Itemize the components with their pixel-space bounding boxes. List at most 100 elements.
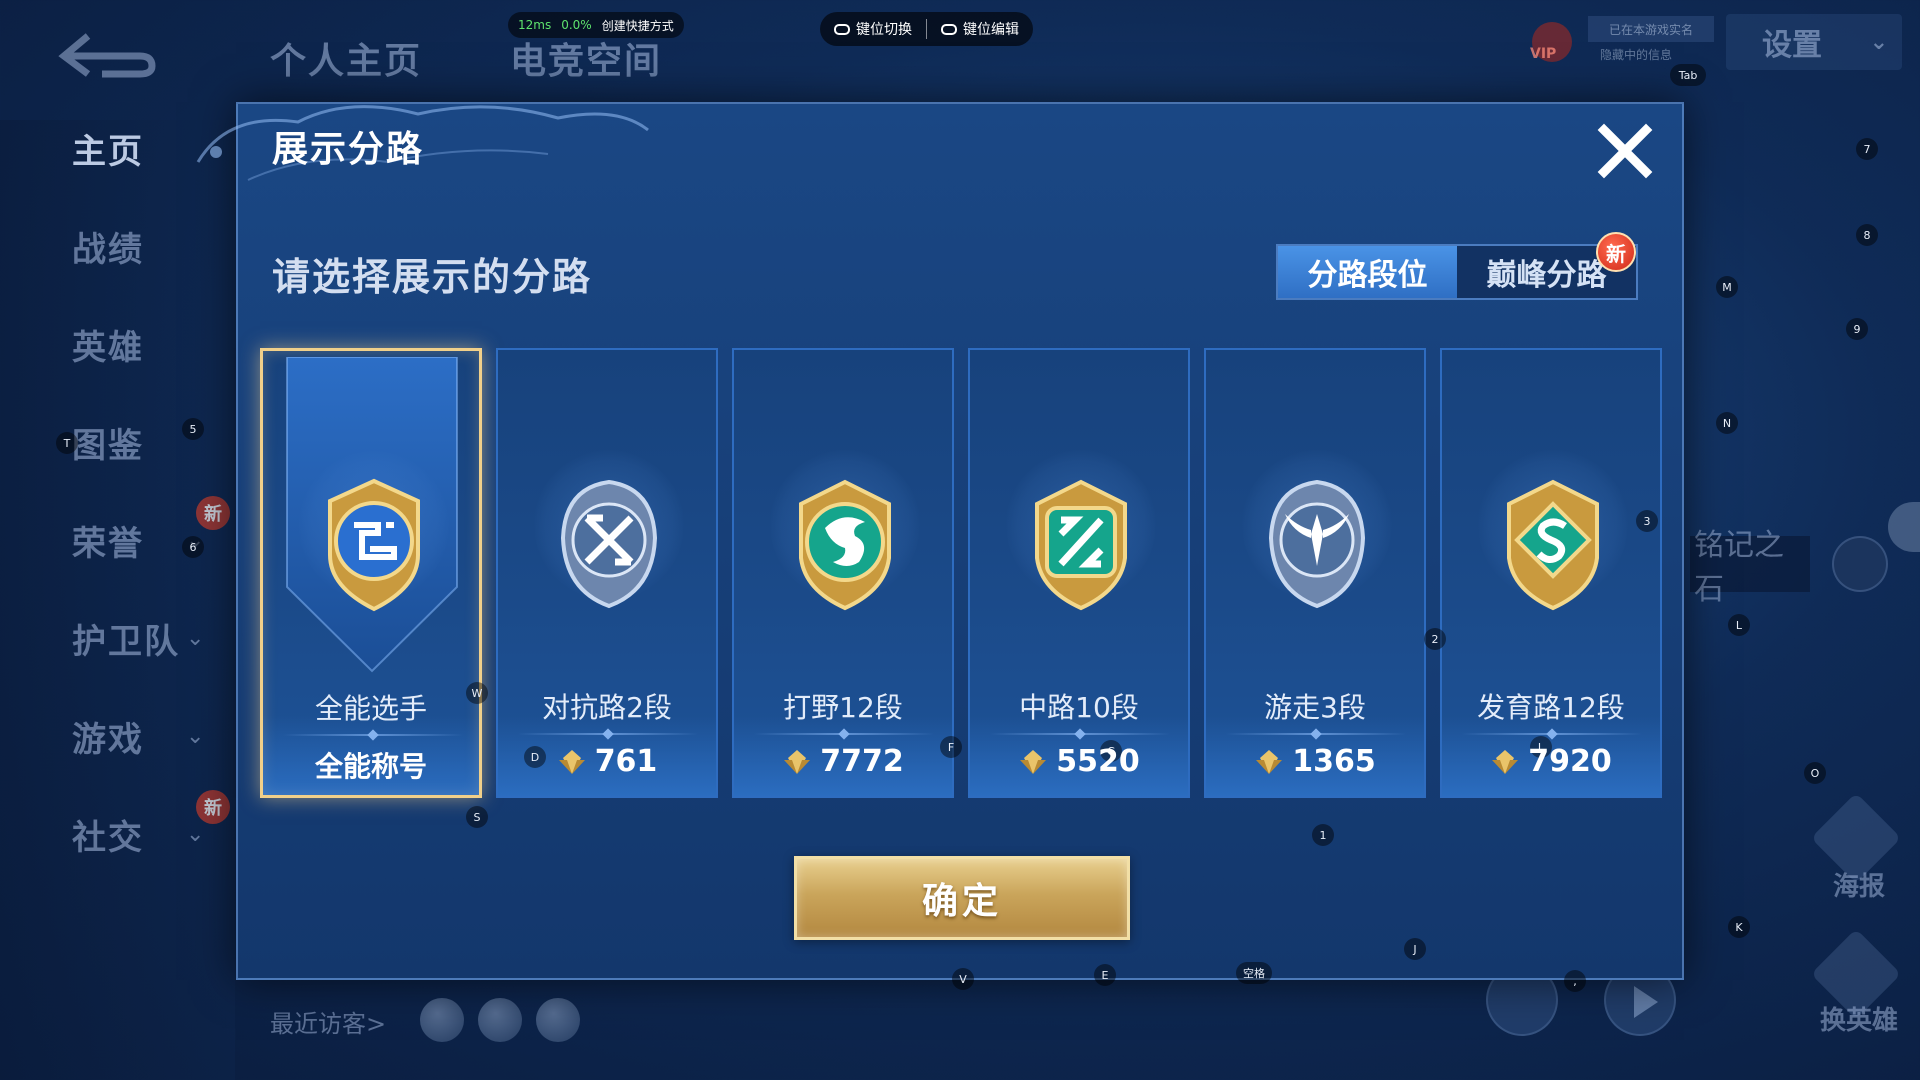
card-score-row: 5520 (970, 744, 1188, 779)
key-hint-badge: 1 (1312, 824, 1334, 846)
show-lane-dialog: 展示分路 请选择展示的分路 分路段位 巅峰分路 新 全能选手 全能称号 对抗路2… (196, 102, 1684, 980)
vip-label: VIP (1530, 46, 1557, 62)
sidebar-item-label: 荣誉 (72, 523, 144, 564)
new-badge: 新 (196, 496, 230, 530)
card-lane-name: 打野12段 (783, 691, 903, 724)
side-round-button[interactable] (1832, 536, 1888, 592)
sidebar-item[interactable]: 战绩 (0, 216, 235, 276)
key-hint-badge: L (1728, 614, 1750, 636)
key-hint-badge: 5 (182, 418, 204, 440)
lane-card-mid[interactable]: 中路10段 5520 (968, 348, 1190, 798)
chevron-down-icon: ⌄ (1869, 29, 1888, 55)
card-lane-name: 中路10段 (1019, 691, 1139, 724)
card-lane-name: 游走3段 (1264, 691, 1366, 724)
card-score: 761 (594, 744, 658, 779)
gamepad-icon (941, 23, 957, 35)
network-status-bar: 12ms 0.0% 创建快捷方式 (508, 12, 684, 38)
settings-button[interactable]: 设置 ⌄ (1726, 14, 1902, 70)
key-hint-badge: O (1804, 762, 1826, 784)
ping-readout: 12ms (518, 18, 552, 32)
close-icon[interactable] (1592, 118, 1658, 184)
card-lane-name: 发育路12段 (1477, 691, 1625, 724)
gamepad-icon (834, 23, 850, 35)
avatar[interactable] (478, 998, 522, 1042)
key-hint-badge: T (56, 432, 78, 454)
sidebar-item[interactable]: 护卫队 ⌄ (0, 608, 235, 668)
chevron-down-icon: ⌄ (186, 723, 205, 749)
sidebar-item-label: 护卫队 (72, 621, 180, 662)
avatar[interactable] (536, 998, 580, 1042)
card-divider (518, 733, 698, 735)
sidebar-item[interactable]: 英雄 (0, 314, 235, 374)
tab-esports-space[interactable]: 电竞空间 (510, 32, 662, 84)
sidebar-item-label: 图鉴 (72, 425, 144, 466)
key-hint-badge: M (1716, 276, 1738, 298)
card-lane-name: 全能选手 (314, 692, 427, 725)
key-hint-badge: 空格 (1236, 962, 1272, 984)
key-hint-badge: K (1728, 916, 1750, 938)
lane-card-list: 全能选手 全能称号 对抗路2段 761 打野12段 7772 中路10段 552… (260, 348, 1664, 798)
key-hint-badge: N (1716, 412, 1738, 434)
sidebar-item-label: 社交 (72, 817, 144, 858)
key-hint-badge: V (952, 968, 974, 990)
key-switch-label: 键位切换 (856, 22, 912, 38)
tab-profile-home[interactable]: 个人主页 (270, 32, 422, 84)
key-hint-badge: 3 (1636, 510, 1658, 532)
rank-score-icon (1492, 749, 1519, 774)
key-hint-badge: 9 (1846, 318, 1868, 340)
card-score-row: 7772 (734, 744, 952, 779)
sidebar-item-label: 英雄 (72, 327, 144, 368)
chevron-down-icon: ⌄ (186, 625, 205, 651)
card-divider (754, 733, 934, 735)
key-hint-badge: S (466, 806, 488, 828)
avatar[interactable] (420, 998, 464, 1042)
confirm-button[interactable]: 确定 (794, 856, 1130, 940)
back-arrow-icon[interactable] (58, 30, 158, 80)
key-hint-badge: 6 (182, 536, 204, 558)
key-hint-badge: 7 (1856, 138, 1878, 160)
lane-card-jungle[interactable]: 打野12段 7772 (732, 348, 954, 798)
key-switch-button[interactable]: 键位切换 (834, 19, 912, 39)
card-divider (1226, 733, 1406, 735)
toolbar-divider (926, 19, 927, 39)
card-score-row: 1365 (1206, 744, 1424, 779)
card-score: 5520 (1056, 744, 1140, 779)
keymap-toolbar: 键位切换 键位编辑 (820, 12, 1033, 46)
key-hint-badge: Tab (1670, 64, 1706, 86)
sidebar-item[interactable]: 社交 ⌄ 新 (0, 790, 235, 864)
lane-card-roam[interactable]: 游走3段 1365 (1204, 348, 1426, 798)
key-hint-badge: J (1404, 938, 1426, 960)
realname-notice: 已在本游戏实名 (1588, 16, 1714, 42)
side-pull-tab[interactable] (1888, 502, 1920, 552)
packet-loss-readout: 0.0% (561, 18, 592, 32)
card-title: 全能称号 (314, 750, 427, 783)
new-badge: 新 (196, 790, 230, 824)
dialog-title: 展示分路 (272, 129, 425, 170)
tab-lane-rank[interactable]: 分路段位 (1278, 246, 1457, 298)
lane-card-clash[interactable]: 对抗路2段 761 (496, 348, 718, 798)
lane-mode-toggle: 分路段位 巅峰分路 (1276, 244, 1638, 300)
settings-label: 设置 (1762, 28, 1822, 63)
lane-card-farm[interactable]: 发育路12段 7920 (1440, 348, 1662, 798)
card-divider (1462, 733, 1642, 735)
card-score-row: 7920 (1442, 744, 1660, 779)
roam-emblem-icon (1268, 479, 1366, 609)
hidden-info-notice: 隐藏中的信息 (1600, 48, 1673, 62)
lane-card-all-round[interactable]: 全能选手 全能称号 (260, 348, 482, 798)
card-title-row: 全能称号 (263, 745, 479, 785)
recent-visitors-link[interactable]: 最近访客> (270, 1004, 386, 1039)
key-hint-badge: W (466, 682, 488, 704)
key-hint-badge: E (1094, 964, 1116, 986)
new-badge: 新 (1596, 232, 1636, 272)
key-edit-button[interactable]: 键位编辑 (941, 19, 1019, 39)
inscription-stone-button[interactable]: 铭记之石 (1690, 528, 1810, 607)
mid-lane-emblem-icon (1035, 479, 1127, 611)
rank-score-icon (1256, 749, 1283, 774)
sidebar-item[interactable]: 游戏 ⌄ (0, 706, 235, 766)
all-round-emblem-icon (328, 478, 420, 612)
farm-lane-emblem-icon (1507, 479, 1599, 611)
create-shortcut-link[interactable]: 创建快捷方式 (602, 17, 674, 34)
card-lane-name: 对抗路2段 (542, 691, 672, 724)
sidebar: 主页 战绩 英雄 图鉴 荣誉 ⌄ 新护卫队 ⌄ 游戏 ⌄ 社交 ⌄ 新 (0, 120, 235, 1080)
card-divider (283, 734, 463, 736)
